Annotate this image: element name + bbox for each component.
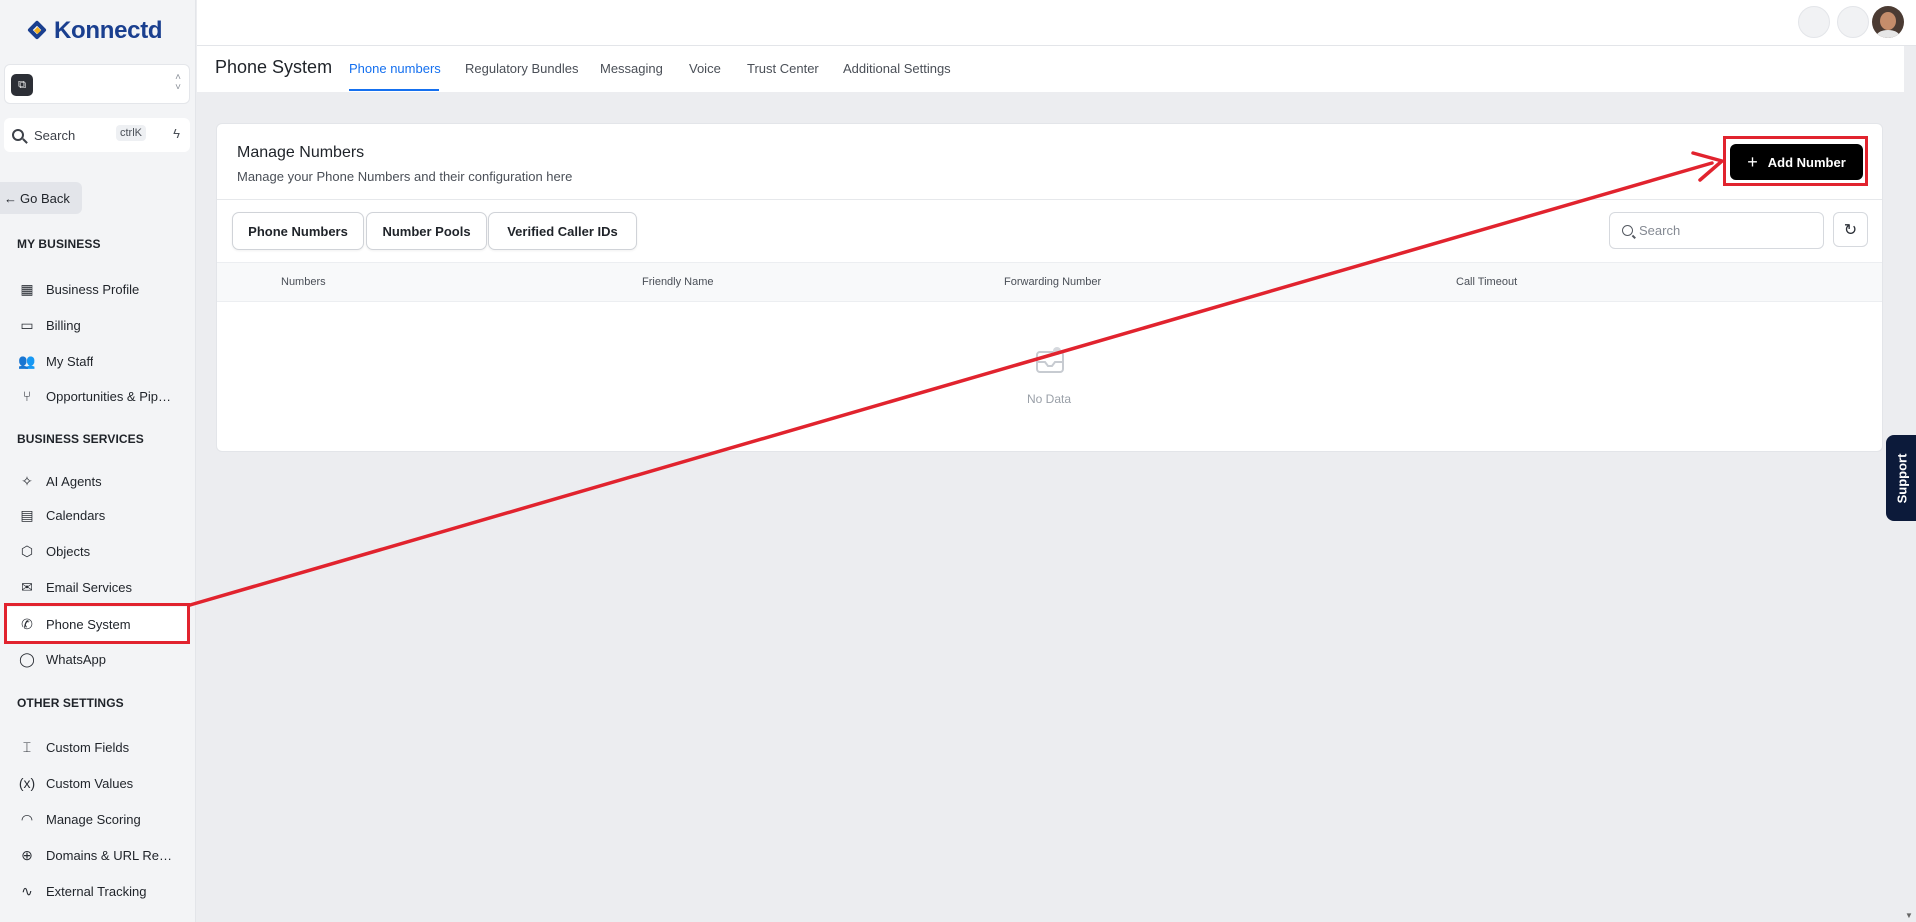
sidebar-item-custom-fields[interactable]: ⌶ Custom Fields [4, 730, 190, 764]
support-tab[interactable]: Support [1886, 435, 1916, 521]
sidebar-item-domains[interactable]: ⊕ Domains & URL Redir... [4, 838, 190, 872]
card-title: Manage Numbers [237, 144, 365, 161]
card-subtitle: Manage your Phone Numbers and their conf… [237, 169, 573, 184]
sidebar-item-business-profile[interactable]: ▦ Business Profile [4, 272, 190, 306]
sidebar-item-whatsapp[interactable]: ◯ WhatsApp [4, 642, 190, 676]
active-tab-indicator [349, 89, 439, 91]
column-header-forwarding-number: Forwarding Number [1004, 276, 1102, 288]
column-header-numbers: Numbers [281, 276, 326, 288]
sidebar-item-calendars[interactable]: ▤ Calendars [4, 498, 190, 532]
field-icon: ⌶ [22, 738, 32, 755]
go-back-button[interactable]: ← Go Back [0, 182, 82, 214]
column-header-friendly-name: Friendly Name [642, 276, 714, 288]
cube-icon: ⬡ [20, 542, 34, 559]
account-switcher[interactable]: ⧉ ˄ ˅ [4, 64, 190, 104]
logo-icon [27, 20, 48, 41]
empty-inbox-icon [1036, 347, 1064, 373]
credit-card-icon: ▭ [20, 316, 34, 333]
segment-number-pools[interactable]: Number Pools [366, 212, 487, 250]
sidebar-item-external-tracking[interactable]: ∿ External Tracking [4, 874, 190, 908]
tab-voice[interactable]: Voice [689, 61, 721, 76]
calendar-icon: ▤ [20, 506, 34, 523]
tab-trust-center[interactable]: Trust Center [747, 61, 819, 76]
sidebar-item-my-staff[interactable]: 👥 My Staff [4, 344, 190, 378]
divider [217, 199, 1882, 200]
tab-phone-numbers[interactable]: Phone numbers [349, 61, 441, 76]
sub-header: Phone System Phone numbers Regulatory Bu… [197, 46, 1904, 92]
section-title-business-services: BUSINESS SERVICES [17, 432, 144, 446]
sidebar-item-manage-scoring[interactable]: ◠ Manage Scoring [4, 802, 190, 836]
top-bar [197, 0, 1916, 46]
search-label: Search [34, 127, 76, 143]
search-icon [1622, 225, 1633, 236]
globe-icon: ⊕ [21, 846, 33, 863]
section-title-other-settings: OTHER SETTINGS [17, 696, 124, 710]
go-back-label: Go Back [20, 190, 70, 206]
refresh-button[interactable]: ↻ [1833, 212, 1868, 247]
refresh-icon: ↻ [1843, 221, 1858, 239]
avatar[interactable] [1872, 6, 1904, 38]
support-label: Support [1894, 453, 1910, 503]
empty-state-text: No Data [1027, 392, 1072, 406]
table-search-placeholder: Search [1639, 223, 1681, 238]
section-title-my-business: MY BUSINESS [17, 237, 101, 251]
table-search-input[interactable]: Search [1609, 212, 1824, 249]
chat-bubble-icon: ◯ [19, 650, 35, 667]
sidebar-item-objects[interactable]: ⬡ Objects [4, 534, 190, 568]
tab-regulatory-bundles[interactable]: Regulatory Bundles [465, 61, 578, 76]
sidebar-item-email-services[interactable]: ✉ Email Services [4, 570, 190, 604]
column-header-call-timeout: Call Timeout [1456, 276, 1518, 288]
tab-additional-settings[interactable]: Additional Settings [843, 61, 951, 76]
brand-name: Konnectd [54, 17, 163, 44]
table-header: Numbers Friendly Name Forwarding Number … [217, 262, 1882, 302]
page-title: Phone System [215, 57, 333, 77]
sidebar-item-opportunities[interactable]: ⑂ Opportunities & Pipel... [4, 379, 190, 413]
segment-phone-numbers[interactable]: Phone Numbers [232, 212, 364, 250]
scroll-down-icon[interactable]: ▼ [1905, 911, 1913, 920]
sidebar: Konnectd ⧉ ˄ ˅ Search ctrlK ϟ ← Go Back M… [0, 0, 196, 922]
account-icon: ⧉ [11, 74, 33, 96]
git-branch-icon: ⑂ [22, 388, 32, 404]
highlight-box-add-number [1723, 136, 1868, 186]
mail-icon: ✉ [21, 578, 33, 595]
building-icon: ▦ [20, 280, 34, 297]
chevron-updown-icon: ˄ ˅ [175, 72, 181, 93]
header-action-button[interactable] [1798, 6, 1830, 38]
activity-icon: ∿ [21, 882, 33, 899]
search-shortcut: ctrlK [116, 125, 146, 141]
manage-numbers-card: Manage Numbers Manage your Phone Numbers… [216, 123, 1883, 452]
sidebar-search[interactable]: Search ctrlK ϟ [4, 118, 190, 152]
segment-verified-caller-ids[interactable]: Verified Caller IDs [488, 212, 637, 250]
variable-icon: (x) [18, 775, 36, 791]
highlight-box-phone-system [4, 603, 190, 644]
bolt-icon[interactable]: ϟ [173, 126, 180, 141]
sidebar-item-billing[interactable]: ▭ Billing [4, 308, 190, 342]
brand-logo[interactable]: Konnectd [27, 17, 163, 45]
sidebar-item-custom-values[interactable]: (x) Custom Values [4, 766, 190, 800]
tab-messaging[interactable]: Messaging [600, 61, 663, 76]
sidebar-item-ai-agents[interactable]: ✧ AI Agents [4, 464, 190, 498]
search-icon [12, 129, 24, 141]
arrow-left-icon: ← [4, 190, 17, 206]
gauge-icon: ◠ [20, 810, 34, 827]
sparkles-icon: ✧ [21, 472, 33, 489]
users-icon: 👥 [18, 352, 36, 369]
header-action-button[interactable] [1837, 6, 1869, 38]
